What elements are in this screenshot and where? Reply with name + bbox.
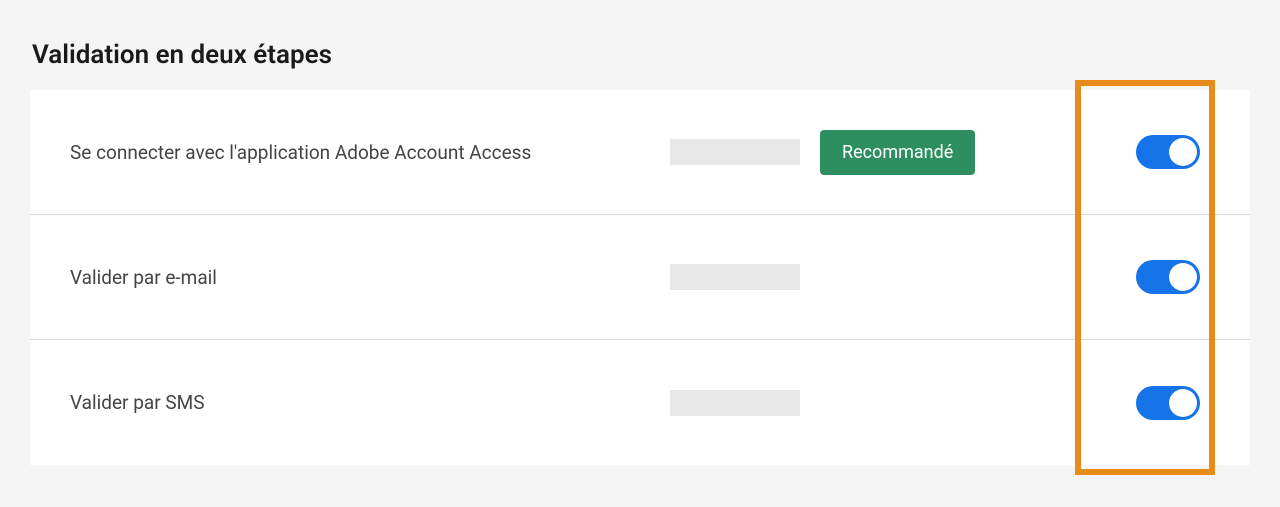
row-label: Valider par SMS xyxy=(70,391,620,414)
row-badge-area: Recommandé xyxy=(800,130,1020,175)
row-detail-placeholder xyxy=(620,139,800,165)
row-validate-email: Valider par e-mail xyxy=(30,215,1250,340)
toggle-validate-sms[interactable] xyxy=(1136,386,1200,420)
redacted-detail xyxy=(670,390,800,416)
toggle-knob xyxy=(1169,389,1197,417)
row-adobe-account-access: Se connecter avec l'application Adobe Ac… xyxy=(30,90,1250,215)
row-detail-placeholder xyxy=(620,264,800,290)
toggle-adobe-account-access[interactable] xyxy=(1136,135,1200,169)
toggle-knob xyxy=(1169,138,1197,166)
row-detail-placeholder xyxy=(620,390,800,416)
settings-card: Se connecter avec l'application Adobe Ac… xyxy=(30,90,1250,465)
recommended-badge: Recommandé xyxy=(820,130,975,175)
row-label: Se connecter avec l'application Adobe Ac… xyxy=(70,141,620,164)
row-validate-sms: Valider par SMS xyxy=(30,340,1250,465)
redacted-detail xyxy=(670,264,800,290)
toggle-knob xyxy=(1169,263,1197,291)
toggle-validate-email[interactable] xyxy=(1136,260,1200,294)
row-label: Valider par e-mail xyxy=(70,266,620,289)
section-title: Validation en deux étapes xyxy=(30,40,1250,70)
redacted-detail xyxy=(670,139,800,165)
